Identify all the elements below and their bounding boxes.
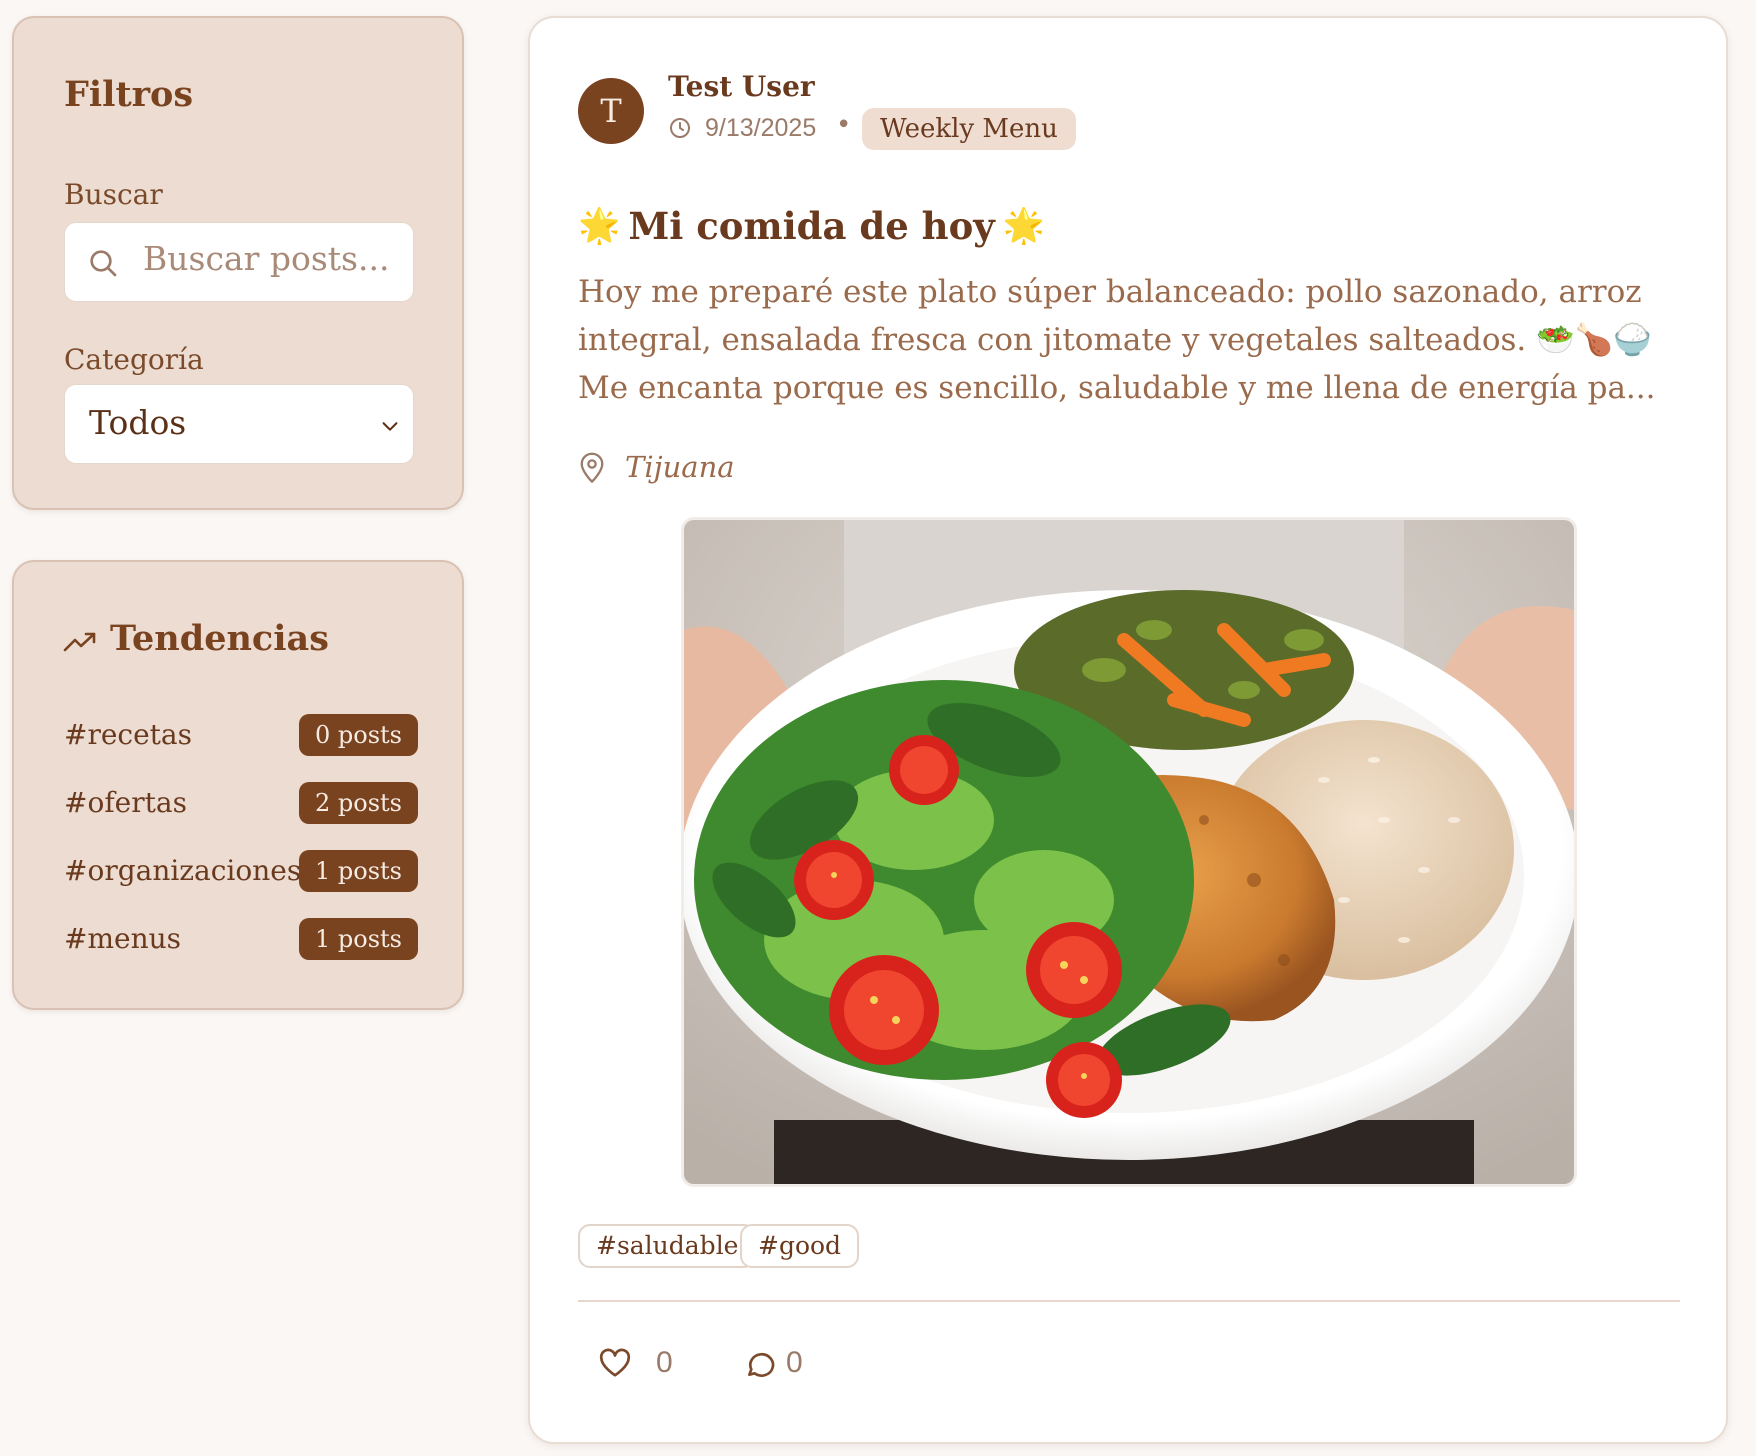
hashtag-chip[interactable]: #good: [740, 1224, 860, 1268]
like-count: 0: [656, 1346, 673, 1379]
trends-title: Tendencias: [110, 618, 329, 659]
hashtag-chip[interactable]: #saludable: [578, 1224, 757, 1268]
trend-count-badge: 1 posts: [299, 850, 418, 892]
food-plate-illustration: [684, 520, 1574, 1184]
filters-panel: Filtros Buscar Buscar posts... Categoría…: [12, 16, 464, 510]
comment-count: 0: [786, 1346, 803, 1379]
post-title-text: Mi comida de hoy: [628, 204, 995, 248]
trend-item[interactable]: #organizaciones 1 posts: [64, 850, 418, 894]
trend-count-badge: 0 posts: [299, 714, 418, 756]
post-card: T Test User 9/13/2025 • Weekly Menu 🌟 Mi…: [528, 16, 1728, 1444]
trend-item[interactable]: #menus 1 posts: [64, 918, 418, 962]
clock-icon: [670, 118, 690, 138]
post-image[interactable]: [684, 520, 1574, 1184]
category-label: Categoría: [64, 343, 204, 376]
sparkle-icon: 🌟: [578, 206, 621, 246]
post-body: Hoy me preparé este plato súper balancea…: [578, 274, 1656, 406]
trend-item[interactable]: #recetas 0 posts: [64, 714, 418, 758]
search-placeholder: Buscar posts...: [143, 239, 390, 278]
filters-title: Filtros: [64, 74, 194, 115]
post-location: Tijuana: [625, 450, 735, 484]
avatar[interactable]: T: [578, 78, 644, 144]
location-pin-icon: [580, 452, 604, 483]
trend-item[interactable]: #ofertas 2 posts: [64, 782, 418, 826]
category-select[interactable]: Todos: [64, 384, 414, 464]
trend-tag: #organizaciones: [64, 854, 302, 887]
trend-tag: #recetas: [64, 718, 192, 751]
meta-separator: •: [836, 110, 852, 140]
category-select-value: Todos: [89, 403, 187, 442]
category-badge[interactable]: Weekly Menu: [862, 108, 1076, 150]
trend-count-badge: 1 posts: [299, 918, 418, 960]
search-label: Buscar: [64, 178, 163, 211]
search-input[interactable]: Buscar posts...: [64, 222, 414, 302]
post-title: 🌟 Mi comida de hoy 🌟: [578, 204, 1045, 248]
post-author[interactable]: Test User: [668, 70, 815, 103]
post-date: 9/13/2025: [705, 114, 817, 142]
search-icon: [90, 250, 117, 277]
trends-panel: Tendencias #recetas 0 posts #ofertas 2 p…: [12, 560, 464, 1010]
trend-tag: #ofertas: [64, 786, 187, 819]
sparkle-icon: 🌟: [1002, 206, 1046, 246]
trending-up-icon: [63, 632, 96, 652]
comment-icon[interactable]: [744, 1348, 776, 1380]
divider: [578, 1300, 1680, 1302]
trend-tag: #menus: [64, 922, 182, 955]
trend-count-badge: 2 posts: [299, 782, 418, 824]
chevron-down-icon: [382, 422, 398, 431]
heart-icon[interactable]: [598, 1348, 632, 1378]
